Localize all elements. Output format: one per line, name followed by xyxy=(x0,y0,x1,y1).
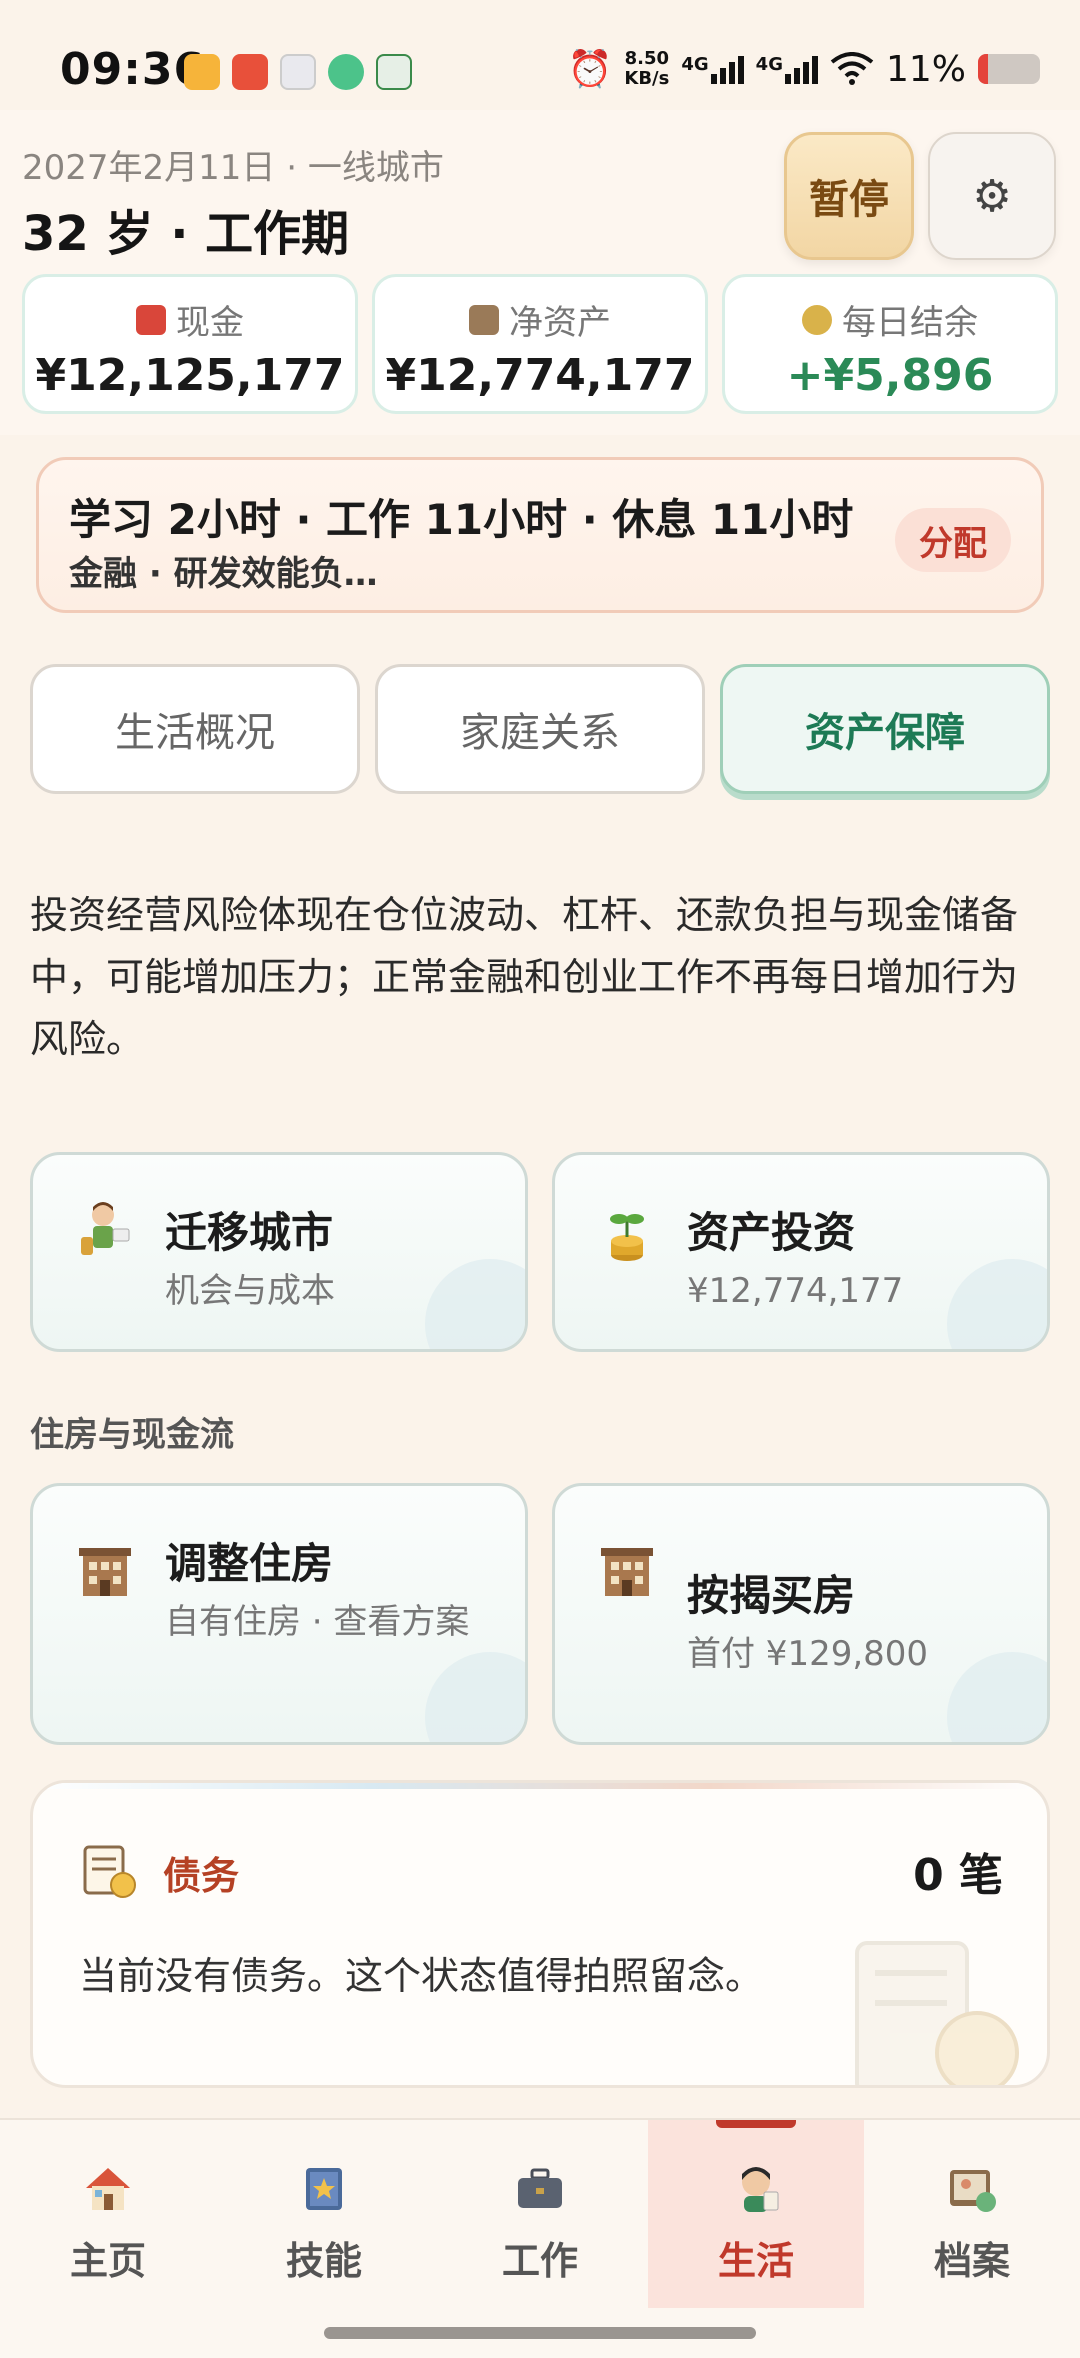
briefcase-icon xyxy=(518,2168,562,2208)
stat-net-assets-value: ¥12,774,177 xyxy=(385,350,695,401)
notification-icons xyxy=(184,54,412,90)
allocate-button[interactable]: 分配 xyxy=(895,508,1011,572)
status-right: ⏰ 8.50 KB/s 4G 4G 11% xyxy=(568,48,1040,90)
signal-2: 4G xyxy=(756,54,818,84)
building-icon xyxy=(469,304,499,335)
adjust-housing-subtitle: 自有住房 · 查看方案 xyxy=(165,1602,470,1642)
app-notification-icon xyxy=(376,54,412,90)
relocate-subtitle: 机会与成本 xyxy=(165,1271,335,1311)
relocate-title: 迁移城市 xyxy=(165,1208,334,1257)
signal-1-label: 4G xyxy=(681,54,709,75)
nav-life-label: 生活 xyxy=(717,2239,794,2283)
nav-profile[interactable]: 档案 xyxy=(864,2120,1080,2308)
net-speed: 8.50 KB/s xyxy=(624,49,669,89)
relocate-card[interactable]: 迁移城市 机会与成本 xyxy=(30,1152,528,1352)
stat-daily-balance-label: 每日结余 xyxy=(842,303,978,343)
stat-net-assets: 净资产 ¥12,774,177 xyxy=(372,274,708,414)
nav-skills-label: 技能 xyxy=(285,2239,362,2283)
mortgage-title: 按揭买房 xyxy=(687,1571,856,1620)
profile-archive-icon xyxy=(950,2170,996,2212)
debt-card: 债务 0 笔 当前没有债务。这个状态值得拍照留念。 xyxy=(30,1780,1050,2088)
signal-1: 4G xyxy=(681,54,744,84)
risk-description: 投资经营风险体现在仓位波动、杠杆、还款负担与现金储备中，可能增加压力；正常金融和… xyxy=(30,893,1019,1061)
app-notification-icon xyxy=(232,54,268,90)
stat-daily-balance-value: +¥5,896 xyxy=(786,350,994,401)
invest-card[interactable]: 资产投资 ¥12,774,177 xyxy=(552,1152,1050,1352)
settings-button[interactable]: ⚙ xyxy=(928,132,1056,260)
wifi-icon xyxy=(830,52,874,85)
age-stage: 32 岁 · 工作期 xyxy=(22,206,350,262)
stat-daily-balance-label-row: 每日结余 xyxy=(725,295,1055,344)
gear-icon: ⚙ xyxy=(972,170,1012,222)
home-indicator[interactable] xyxy=(324,2327,756,2339)
stat-cash-label: 现金 xyxy=(176,303,244,343)
skill-book-icon xyxy=(306,2168,342,2210)
signal-bars-icon xyxy=(784,54,818,84)
receipt-coin-icon xyxy=(855,1941,1019,2085)
building-icon xyxy=(601,1548,653,1596)
battery-icon xyxy=(978,54,1040,84)
schedule-summary: 学习 2小时 · 工作 11小时 · 休息 11小时 xyxy=(69,495,854,544)
invest-title: 资产投资 xyxy=(687,1208,856,1257)
signal-bars-icon xyxy=(710,54,744,84)
red-envelope-icon xyxy=(136,304,166,335)
stat-cash: 现金 ¥12,125,177 xyxy=(22,274,358,414)
house-icon xyxy=(86,2168,130,2210)
nav-profile-label: 档案 xyxy=(933,2239,1010,2283)
app-notification-icon xyxy=(280,54,316,90)
nav-work-label: 工作 xyxy=(501,2239,578,2283)
card-decoration xyxy=(425,1652,525,1742)
debt-card-accent xyxy=(33,1783,1047,1789)
sprout-coin-icon xyxy=(610,1214,644,1261)
stat-net-assets-label-row: 净资产 xyxy=(375,295,705,344)
app-notification-icon xyxy=(184,54,220,90)
mortgage-card[interactable]: 按揭买房 首付 ¥129,800 xyxy=(552,1483,1050,1745)
net-speed-value: 8.50 xyxy=(624,48,670,69)
schedule-card[interactable]: 学习 2小时 · 工作 11小时 · 休息 11小时 金融 · 研发效能负… 分… xyxy=(36,457,1044,613)
receipt-coin-icon xyxy=(83,1845,136,1898)
battery-percent: 11% xyxy=(885,48,966,90)
schedule-detail: 金融 · 研发效能负… xyxy=(69,554,378,594)
adjust-housing-card[interactable]: 调整住房 自有住房 · 查看方案 xyxy=(30,1483,528,1745)
adjust-housing-title: 调整住房 xyxy=(165,1539,334,1588)
section-housing-label: 住房与现金流 xyxy=(30,1415,234,1455)
tab-assets[interactable]: 资产保障 xyxy=(720,664,1050,794)
tab-life-overview[interactable]: 生活概况 xyxy=(30,664,360,794)
stat-cash-value: ¥12,125,177 xyxy=(35,350,345,401)
nav-skills[interactable]: 技能 xyxy=(216,2120,432,2308)
debt-count: 0 笔 xyxy=(913,1850,1003,1901)
date-location: 2027年2月11日 · 一线城市 xyxy=(22,148,444,188)
net-speed-unit: KB/s xyxy=(624,68,670,89)
nav-life[interactable]: 生活 xyxy=(648,2120,864,2308)
traveler-icon xyxy=(81,1202,130,1255)
alarm-icon: ⏰ xyxy=(567,49,613,90)
pause-button[interactable]: 暂停 xyxy=(784,132,914,260)
invest-subtitle: ¥12,774,177 xyxy=(687,1271,904,1311)
nav-home[interactable]: 主页 xyxy=(0,2120,216,2308)
mortgage-subtitle: 首付 ¥129,800 xyxy=(687,1634,929,1674)
debt-status-text: 当前没有债务。这个状态值得拍照留念。 xyxy=(79,1954,764,1998)
bottom-nav: 主页 技能 工作 生活 档案 xyxy=(0,2118,1080,2358)
stat-net-assets-label: 净资产 xyxy=(509,303,611,343)
stat-daily-balance: 每日结余 +¥5,896 xyxy=(722,274,1058,414)
signal-2-label: 4G xyxy=(755,54,783,75)
nav-home-label: 主页 xyxy=(69,2239,146,2283)
stat-cash-label-row: 现金 xyxy=(25,295,355,344)
building-icon xyxy=(79,1548,131,1596)
sprout-coin-icon xyxy=(802,304,832,335)
tab-family[interactable]: 家庭关系 xyxy=(375,664,705,794)
nav-work[interactable]: 工作 xyxy=(432,2120,648,2308)
app-notification-icon xyxy=(328,54,364,90)
debt-title: 债务 xyxy=(163,1854,240,1898)
person-life-icon xyxy=(742,2167,779,2212)
